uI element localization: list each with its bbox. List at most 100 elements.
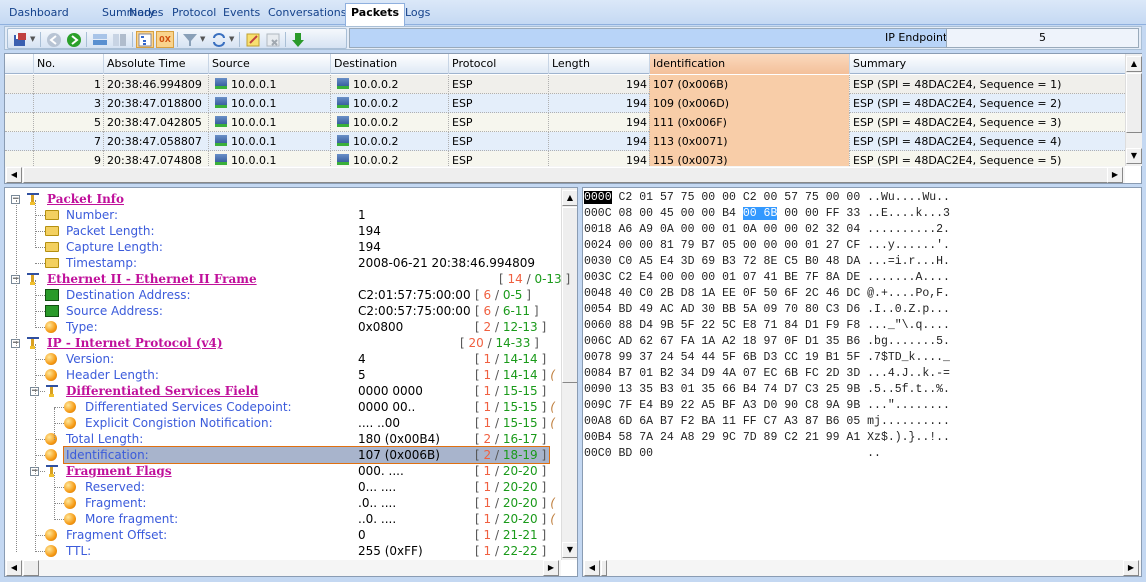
clear-icon[interactable] [264, 31, 282, 48]
hex-byte[interactable]: F8 [846, 319, 860, 332]
hex-byte[interactable]: BA [701, 415, 715, 428]
hex-byte[interactable]: A5 [639, 255, 653, 268]
tab-logs[interactable]: Logs [400, 4, 435, 25]
hex-byte[interactable]: B4 [722, 207, 736, 220]
hex-byte[interactable]: 8E [764, 255, 778, 268]
hex-byte[interactable]: C5 [784, 255, 798, 268]
hex-byte[interactable]: A8 [681, 431, 695, 444]
tree-field-node[interactable]: Header Length: 5 [ 1 / 14-14 ]( [5, 367, 565, 383]
hex-byte[interactable]: 5A [743, 303, 757, 316]
hex-byte[interactable]: 00 [764, 223, 778, 236]
hex-byte[interactable]: 9C [722, 431, 736, 444]
hex-byte[interactable]: 49 [639, 303, 653, 316]
hex-byte[interactable]: 6B [763, 207, 778, 220]
hex-byte[interactable]: C2 [619, 271, 633, 284]
hex-byte[interactable]: 00 [701, 223, 715, 236]
hex-byte[interactable]: 35 [701, 383, 715, 396]
tree-scroll-down-button[interactable]: ▼ [562, 542, 577, 558]
hex-byte[interactable]: C0 [639, 287, 653, 300]
hex-byte[interactable]: 01 [639, 367, 653, 380]
hex-byte[interactable]: B3 [660, 383, 674, 396]
hex-byte[interactable]: 24 [660, 351, 674, 364]
tree-field-node[interactable]: Reserved: 0... .... [ 1 / 20-20 ] [5, 479, 565, 495]
horizontal-layout-icon[interactable] [91, 31, 109, 48]
hex-byte[interactable]: EE [722, 287, 736, 300]
hex-byte[interactable]: 54 [681, 351, 695, 364]
hex-byte[interactable]: A9 [639, 223, 653, 236]
row-indicator[interactable] [5, 132, 33, 151]
hex-row[interactable]: 0018 A6 A9 0A 00 00 01 0A 00 00 02 32 04… [584, 224, 950, 236]
hex-horizontal-scrollbar[interactable]: ◀ ▶ [583, 560, 1141, 576]
tree-field-node[interactable]: Type: 0x0800 [ 2 / 12-13 ] [5, 319, 565, 335]
hex-byte[interactable]: D0 [764, 399, 778, 412]
hex-byte[interactable]: C8 [805, 399, 819, 412]
row-indicator[interactable] [5, 75, 33, 94]
hex-byte[interactable]: C2 [619, 191, 633, 204]
hex-byte[interactable]: B7 [660, 415, 674, 428]
tree-field-node[interactable]: Fragment Offset: 0 [ 1 / 21-21 ] [5, 527, 565, 543]
hex-byte[interactable]: 35 [826, 335, 840, 348]
column-header-length[interactable]: Length [548, 54, 649, 74]
hex-byte[interactable]: B4 [743, 383, 757, 396]
hex-byte[interactable]: 00 [722, 191, 736, 204]
tree-scroll-left-button[interactable]: ◀ [6, 560, 22, 576]
hex-byte[interactable]: 09 [764, 303, 778, 316]
hex-byte[interactable]: 2B [660, 287, 674, 300]
hex-byte[interactable]: 84 [784, 319, 798, 332]
hex-byte[interactable]: 46 [826, 287, 840, 300]
hex-byte[interactable]: 00 [660, 271, 674, 284]
tab-packets[interactable]: Packets [345, 3, 405, 26]
grid-horizontal-scrollbar[interactable]: ◀ ▶ [5, 166, 1125, 183]
hex-scroll-left-button[interactable]: ◀ [584, 560, 600, 576]
hex-byte[interactable]: 57 [784, 191, 798, 204]
hex-byte[interactable]: 01 [805, 239, 819, 252]
hex-byte[interactable]: E4 [660, 255, 674, 268]
hex-byte[interactable]: 2C [805, 287, 819, 300]
hex-byte[interactable]: 00 [639, 207, 653, 220]
hex-byte[interactable]: 25 [826, 383, 840, 396]
hex-byte[interactable]: 89 [764, 431, 778, 444]
hex-row[interactable]: 0060 88 D4 9B 5F 22 5C E8 71 84 D1 F9 F8… [584, 320, 950, 332]
hex-byte[interactable]: C7 [764, 415, 778, 428]
hex-byte[interactable]: C2 [784, 431, 798, 444]
tree-field-node[interactable]: Source Address: C2:00:57:75:00:00 [ 6 / 6-… [5, 303, 565, 319]
hex-byte[interactable]: FA [681, 335, 695, 348]
column-header-summary[interactable]: Summary [849, 54, 1125, 74]
hex-byte[interactable]: 45 [660, 207, 674, 220]
hex-byte[interactable]: 70 [784, 303, 798, 316]
tree-field-node[interactable]: Packet Length: 194 [5, 223, 565, 239]
hex-byte[interactable]: 00 [701, 271, 715, 284]
hex-byte[interactable]: 18 [743, 335, 757, 348]
hex-byte[interactable]: 75 [681, 191, 695, 204]
tree-group-node[interactable]: − Fragment Flags 000. ....[ 1 / 20-20 ] [5, 463, 565, 479]
packet-row[interactable]: 1 20:38:46.994809 10.0.0.1 10.0.0.2 ESP 194 10… [5, 75, 1125, 94]
hex-byte[interactable]: B6 [846, 335, 860, 348]
hex-byte[interactable]: 00 [805, 207, 819, 220]
hex-byte[interactable]: 00 [701, 207, 715, 220]
hex-row[interactable]: 003C C2 E4 00 00 00 01 07 41 BE 7F 8A DE… [584, 272, 950, 284]
hex-byte[interactable]: DC [846, 287, 860, 300]
hex-byte[interactable]: 81 [660, 239, 674, 252]
hex-byte[interactable]: 0A [743, 223, 757, 236]
hex-byte[interactable]: FF [826, 207, 840, 220]
hex-byte[interactable]: 62 [639, 335, 653, 348]
hex-byte[interactable]: 00 [681, 271, 695, 284]
hex-byte[interactable]: 9B [846, 383, 860, 396]
hex-byte[interactable]: 1A [701, 335, 715, 348]
hex-byte[interactable]: 04 [846, 223, 860, 236]
hex-byte[interactable]: B2 [660, 367, 674, 380]
tab-events[interactable]: Events [218, 4, 265, 25]
hex-byte[interactable]: 5F [681, 319, 695, 332]
download-icon[interactable] [289, 31, 307, 48]
hex-byte[interactable]: BD [619, 303, 633, 316]
hex-byte[interactable]: 4A [722, 367, 736, 380]
hex-byte[interactable]: F2 [681, 415, 695, 428]
hex-byte[interactable]: 00 [681, 207, 695, 220]
tree-group-node[interactable]: − IP - Internet Protocol (v4)[ 20 / 14-33… [5, 335, 565, 351]
hex-byte[interactable]: 40 [619, 287, 633, 300]
hex-byte[interactable]: 00 [701, 191, 715, 204]
hex-byte[interactable]: 66 [722, 383, 736, 396]
hex-byte[interactable]: 44 [701, 351, 715, 364]
hex-byte[interactable]: E8 [743, 319, 757, 332]
hex-byte[interactable]: 19 [805, 351, 819, 364]
